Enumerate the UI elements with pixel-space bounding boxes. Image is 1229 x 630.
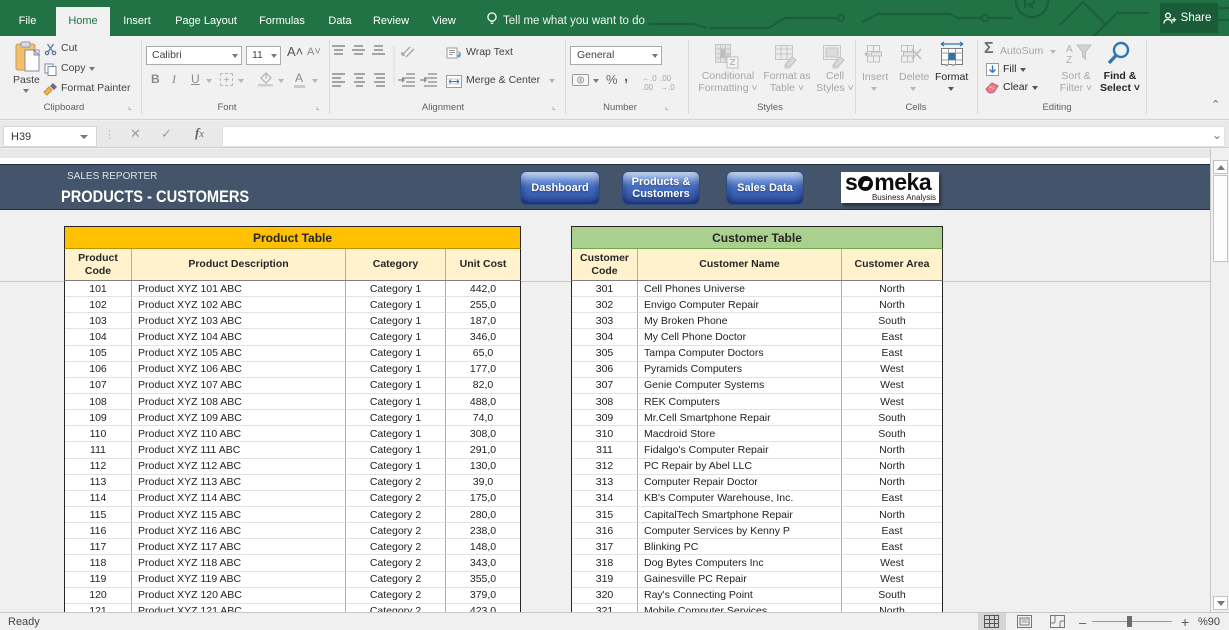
svg-text:Z: Z bbox=[1066, 55, 1072, 66]
svg-text:A: A bbox=[1066, 44, 1073, 55]
